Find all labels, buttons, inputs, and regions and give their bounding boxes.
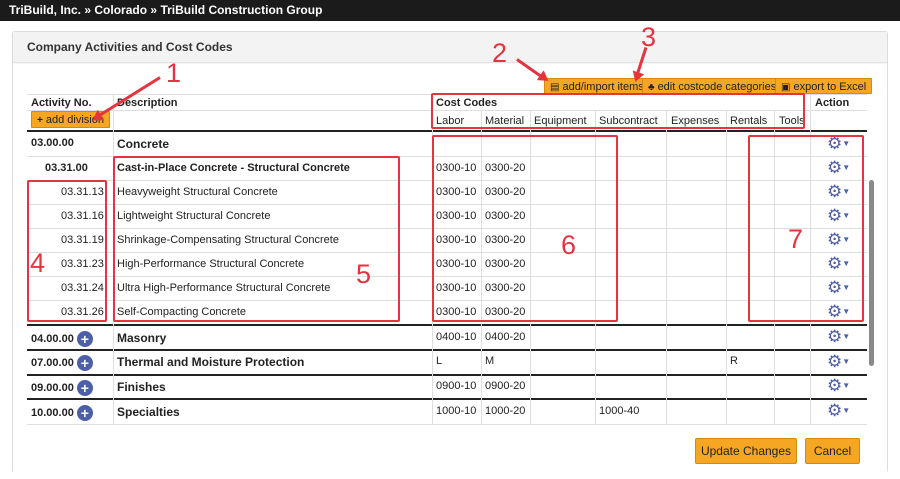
division-name: Concrete: [117, 137, 170, 151]
caret-down-icon: ▼: [842, 357, 851, 366]
expand-plus-icon[interactable]: +: [76, 380, 93, 396]
plus-icon: +: [37, 115, 43, 126]
activity-no: 07.00.00 +: [31, 355, 93, 371]
division-name: Masonry: [117, 331, 167, 345]
vertical-scrollbar[interactable]: [869, 180, 874, 366]
breadcrumb: TriBuild, Inc. » Colorado » TriBuild Con…: [0, 0, 900, 21]
file-excel-icon: ▣: [781, 82, 791, 93]
caret-down-icon: ▼: [842, 381, 851, 390]
breadcrumb-item-company[interactable]: TriBuild, Inc.: [9, 0, 81, 21]
labor-code[interactable]: 0900-10: [436, 380, 476, 392]
material-code[interactable]: 1000-20: [485, 405, 525, 417]
breadcrumb-item-group: TriBuild Construction Group: [160, 3, 323, 17]
cancel-button[interactable]: Cancel: [805, 438, 860, 464]
edit-categories-label: edit costcode categories: [657, 81, 777, 93]
table-bottom-border: [27, 424, 867, 425]
activity-no-text: 07.00.00: [31, 356, 74, 369]
add-import-label: add/import items: [562, 81, 644, 93]
col-divider: [666, 110, 667, 424]
gear-icon[interactable]: ⚙▼: [827, 353, 851, 371]
activity-no-text: 04.00.00: [31, 332, 74, 345]
sitemap-icon: ♣: [648, 82, 655, 93]
caret-down-icon: ▼: [842, 406, 851, 415]
expand-plus-icon[interactable]: +: [76, 405, 93, 421]
header-activity-no: Activity No.: [31, 97, 92, 109]
labor-code[interactable]: L: [436, 355, 442, 367]
annotation-number-7: 7: [788, 224, 804, 254]
activity-no: 10.00.00 +: [31, 405, 93, 421]
annotation-box-actions: [748, 135, 864, 322]
annotation-number-6: 6: [561, 230, 577, 260]
activity-no: 04.00.00 +: [31, 331, 93, 347]
annotation-number-1: 1: [166, 58, 182, 88]
labor-code[interactable]: 1000-10: [436, 405, 476, 417]
header-bottom-border: [27, 130, 867, 132]
breadcrumb-separator: »: [84, 3, 92, 17]
division-divider: [27, 324, 867, 326]
activity-no: 03.00.00: [31, 137, 74, 149]
header-action: Action: [815, 97, 850, 109]
update-changes-button[interactable]: Update Changes: [695, 438, 797, 464]
gear-icon[interactable]: ⚙▼: [827, 328, 851, 346]
activity-no: 09.00.00 +: [31, 380, 93, 396]
edit-costcode-categories-button[interactable]: ♣ edit costcode categories: [642, 78, 783, 94]
material-code[interactable]: 0400-20: [485, 331, 525, 343]
annotation-number-4: 4: [30, 248, 46, 278]
gear-icon[interactable]: ⚙▼: [827, 402, 851, 420]
expand-plus-icon[interactable]: +: [76, 331, 93, 347]
expand-plus-icon[interactable]: +: [76, 355, 93, 371]
annotation-number-5: 5: [356, 259, 372, 289]
col-divider: [726, 110, 727, 424]
activity-no: 03.31.00: [45, 162, 88, 174]
rentals-code[interactable]: R: [730, 355, 738, 367]
division-name: Specialties: [117, 405, 180, 419]
division-divider: [27, 349, 867, 351]
breadcrumb-item-region[interactable]: Colorado: [94, 0, 147, 21]
subcontract-code[interactable]: 1000-40: [599, 405, 639, 417]
export-excel-button[interactable]: ▣ export to Excel: [775, 78, 873, 94]
material-code[interactable]: 0900-20: [485, 380, 525, 392]
labor-code[interactable]: 0400-10: [436, 331, 476, 343]
activity-no-text: 09.00.00: [31, 381, 74, 394]
material-code[interactable]: M: [485, 355, 494, 367]
list-icon: ▤: [550, 82, 560, 93]
activity-no-text: 10.00.00: [31, 406, 74, 419]
annotation-box-descriptions: [113, 156, 400, 322]
division-divider: [27, 374, 867, 376]
caret-down-icon: ▼: [842, 332, 851, 341]
annotation-box-cost-code-values: [432, 135, 618, 322]
breadcrumb-separator: »: [150, 3, 158, 17]
annotation-number-2: 2: [492, 38, 508, 68]
panel-header: Company Activities and Cost Codes: [13, 32, 887, 63]
division-divider: [27, 398, 867, 400]
annotation-box-cost-codes-header: [431, 93, 805, 129]
page-title: Company Activities and Cost Codes: [27, 40, 233, 54]
division-name: Thermal and Moisture Protection: [117, 355, 305, 369]
gear-icon[interactable]: ⚙▼: [827, 377, 851, 395]
export-label: export to Excel: [793, 81, 867, 93]
division-name: Finishes: [117, 380, 166, 394]
